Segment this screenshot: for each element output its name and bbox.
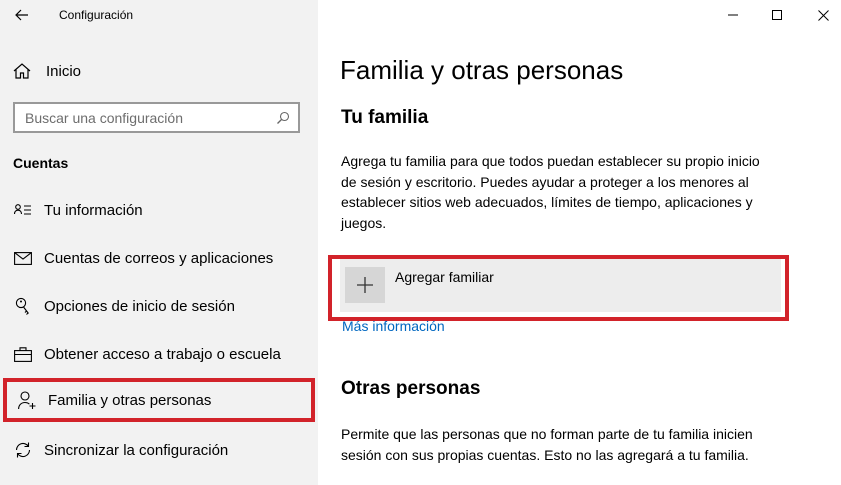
search-box[interactable] bbox=[13, 102, 300, 133]
back-button[interactable] bbox=[10, 4, 34, 26]
add-family-member-button[interactable]: Agregar familiar bbox=[340, 259, 781, 312]
plus-tile bbox=[345, 267, 385, 303]
other-people-description: Permite que las personas que no forman p… bbox=[341, 426, 753, 463]
person-card-icon bbox=[13, 200, 33, 220]
sidebar-item-label: Tu información bbox=[44, 201, 143, 219]
key-icon bbox=[13, 296, 33, 316]
maximize-icon bbox=[772, 10, 782, 20]
home-link[interactable]: Inicio bbox=[12, 60, 81, 82]
sidebar-item-label: Sincronizar la configuración bbox=[44, 441, 229, 459]
sidebar-item-label: Familia y otras personas bbox=[48, 391, 212, 409]
back-arrow-icon bbox=[15, 9, 28, 21]
home-label: Inicio bbox=[46, 62, 82, 80]
plus-icon bbox=[357, 277, 373, 293]
sidebar: Configuración Inicio Cuentas Tu informac… bbox=[0, 0, 318, 485]
sidebar-item-label: Opciones de inicio de sesión bbox=[44, 297, 235, 315]
minimize-icon bbox=[728, 14, 738, 16]
person-add-icon bbox=[17, 390, 37, 410]
maximize-button[interactable] bbox=[754, 2, 800, 28]
search-input[interactable] bbox=[25, 109, 265, 126]
search-icon[interactable] bbox=[276, 111, 290, 125]
family-heading: Tu familia bbox=[341, 107, 429, 128]
section-title: Cuentas bbox=[13, 155, 69, 171]
briefcase-icon bbox=[13, 344, 33, 364]
minimize-button[interactable] bbox=[710, 2, 756, 28]
close-icon bbox=[817, 9, 829, 21]
sidebar-item-sync-settings[interactable]: Sincronizar la configuración bbox=[3, 430, 315, 470]
sidebar-item-work-school[interactable]: Obtener acceso a trabajo o escuela bbox=[3, 334, 315, 374]
sidebar-item-email-accounts[interactable]: Cuentas de correos y aplicaciones bbox=[3, 238, 315, 278]
more-info-link[interactable]: Más información bbox=[342, 318, 445, 334]
mail-icon bbox=[13, 248, 33, 268]
add-family-member-label: Agregar familiar bbox=[395, 269, 494, 285]
home-icon bbox=[13, 63, 31, 79]
sidebar-item-your-info[interactable]: Tu información bbox=[3, 190, 315, 230]
app-title: Configuración bbox=[59, 8, 134, 22]
family-description: Agrega tu familia para que todos puedan … bbox=[341, 153, 760, 231]
page-title: Familia y otras personas bbox=[340, 55, 624, 85]
close-button[interactable] bbox=[800, 2, 841, 28]
other-people-heading: Otras personas bbox=[341, 378, 481, 399]
sidebar-item-family[interactable]: Familia y otras personas bbox=[3, 378, 315, 422]
sidebar-item-label: Cuentas de correos y aplicaciones bbox=[44, 249, 274, 267]
add-family-member-highlight: Agregar familiar bbox=[328, 255, 789, 321]
sync-icon bbox=[13, 440, 33, 460]
sidebar-item-sign-in-options[interactable]: Opciones de inicio de sesión bbox=[3, 286, 315, 326]
sidebar-item-label: Obtener acceso a trabajo o escuela bbox=[44, 345, 281, 363]
